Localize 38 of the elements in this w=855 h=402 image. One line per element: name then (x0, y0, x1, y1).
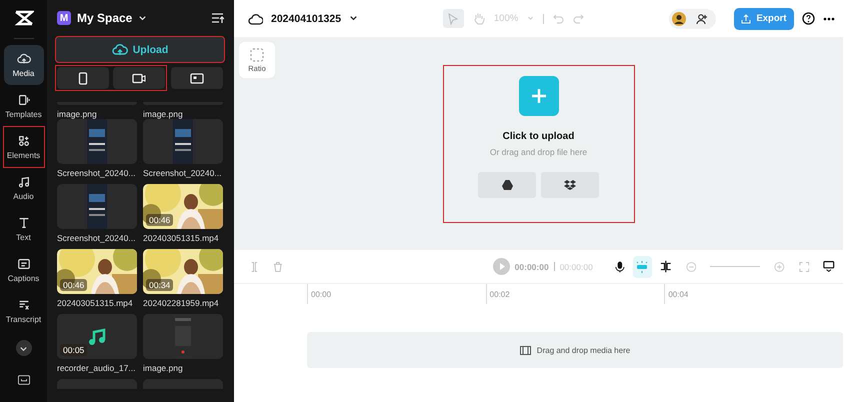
ruler-label: 00:02 (486, 284, 664, 304)
ruler-label: 00:00 (307, 284, 486, 304)
upload-subtitle: Or drag and drop file here (490, 146, 588, 156)
nav-item[interactable]: Captions (4, 250, 44, 290)
file-name: recorder_audio_17... (57, 363, 136, 373)
space-badge: M (57, 11, 71, 25)
file-name: 202402281959.mp4 (143, 298, 220, 308)
project-title[interactable]: 202404101325 (271, 12, 342, 24)
nav-item[interactable]: Transcript (4, 291, 44, 331)
media-track[interactable]: Drag and drop media here (307, 332, 843, 368)
nav-item[interactable]: Media (4, 45, 44, 85)
file-name: 202403051315.mp4 (143, 233, 220, 243)
file-name: Screenshot_20240... (57, 233, 136, 243)
duration-label: 00:05 (60, 344, 88, 356)
file-name: Screenshot_20240... (57, 168, 136, 178)
file-name: 202403051315.mp4 (57, 298, 134, 308)
track-hint: Drag and drop media here (536, 346, 630, 354)
ruler-label: 00:04 (664, 284, 844, 304)
upload-title: Click to upload (502, 130, 574, 142)
current-time: 00:00:00 (514, 262, 549, 272)
duration-label: 00:46 (60, 279, 88, 291)
duration-label: 00:46 (146, 214, 174, 226)
picture[interactable]: 00:46 (143, 184, 223, 229)
nav-item[interactable]: Templates (4, 86, 44, 126)
media-thumbnail[interactable]: 00:05 (57, 314, 137, 359)
nav-item[interactable]: Elements (4, 127, 44, 167)
file-name: Screenshot_20240... (143, 168, 222, 178)
file-name: image.png (57, 109, 98, 119)
picture[interactable]: 00:34 (143, 249, 223, 294)
duration-label: 00:34 (146, 279, 174, 291)
nav-item[interactable]: Text (4, 209, 44, 249)
upload-button[interactable]: Upload (55, 36, 225, 63)
file-name: image.png (143, 109, 184, 119)
file-name: image.png (143, 363, 184, 373)
picture[interactable]: 00:46 (57, 249, 137, 294)
upload-dropzone[interactable]: Click to upload Or drag and drop file here (442, 64, 634, 222)
space-title[interactable]: My Space (77, 11, 132, 25)
nav-item[interactable]: Audio (4, 168, 44, 208)
